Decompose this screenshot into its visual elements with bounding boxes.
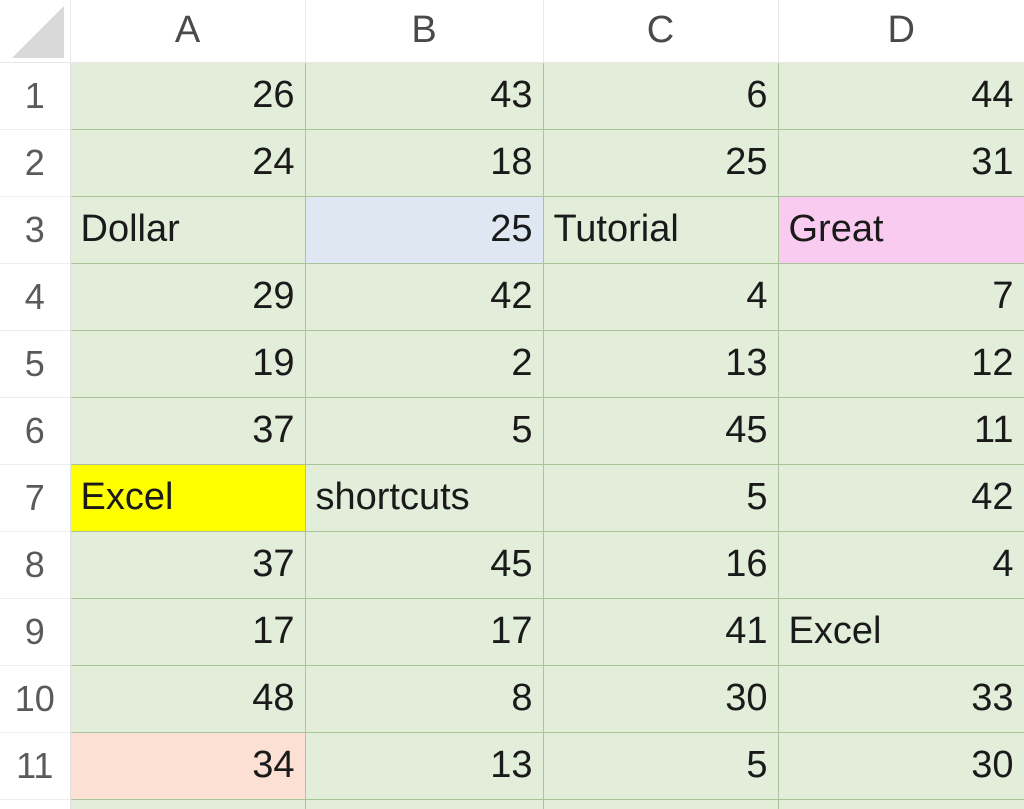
spreadsheet-row: 9 17 17 41 Excel [0,597,1024,666]
cell-B7[interactable]: shortcuts [304,463,544,532]
row-header-10[interactable]: 10 [0,665,71,733]
row-header-3[interactable]: 3 [0,196,71,264]
cell-B4[interactable]: 42 [304,262,544,331]
spreadsheet-row: 3 Dollar 25 Tutorial Great [0,195,1024,264]
cell-D2[interactable]: 31 [777,128,1024,197]
cell-B8[interactable]: 45 [304,530,544,599]
worksheet-table: A B C D 1 26 43 6 44 2 24 18 25 31 3 Dollar 25 Tutori… [0,0,1024,809]
row-header-4[interactable]: 4 [0,263,71,331]
cell-C3[interactable]: Tutorial [542,195,779,264]
cell-A2[interactable]: 24 [69,128,306,197]
cell-B10[interactable]: 8 [304,664,544,733]
cell-B2[interactable]: 18 [304,128,544,197]
cell-C5[interactable]: 13 [542,329,779,398]
cell-C1[interactable]: 6 [542,61,779,130]
spreadsheet-row: 2 24 18 25 31 [0,128,1024,197]
cell-C9[interactable]: 41 [542,597,779,666]
cell-D10[interactable]: 33 [777,664,1024,733]
cell-D-partial[interactable] [777,798,1024,809]
cell-B9[interactable]: 17 [304,597,544,666]
column-header-row: A B C D [0,0,1024,63]
column-header-d[interactable]: D [778,0,1024,63]
cell-A7[interactable]: Excel [69,463,306,532]
row-header-9[interactable]: 9 [0,598,71,666]
cell-D7[interactable]: 42 [777,463,1024,532]
row-header-8[interactable]: 8 [0,531,71,599]
cell-A8[interactable]: 37 [69,530,306,599]
column-header-c[interactable]: C [543,0,779,63]
row-header-1[interactable]: 1 [0,62,71,130]
row-header-partial[interactable] [0,799,71,809]
spreadsheet-row: 11 34 13 5 30 [0,731,1024,800]
cell-D1[interactable]: 44 [777,61,1024,130]
cell-D9[interactable]: Excel [777,597,1024,666]
cell-C-partial[interactable] [542,798,779,809]
column-header-b[interactable]: B [305,0,544,63]
spreadsheet-grid: A B C D 1 26 43 6 44 2 24 18 25 31 3 Dollar 25 Tutori… [0,0,1024,809]
cell-C10[interactable]: 30 [542,664,779,733]
cell-B-partial[interactable] [304,798,544,809]
spreadsheet-row: 10 48 8 30 33 [0,664,1024,733]
cell-D3[interactable]: Great [777,195,1024,264]
spreadsheet-row: 8 37 45 16 4 [0,530,1024,599]
cell-A-partial[interactable] [69,798,306,809]
cell-D5[interactable]: 12 [777,329,1024,398]
cell-A11[interactable]: 34 [69,731,306,800]
cell-C11[interactable]: 5 [542,731,779,800]
cell-A9[interactable]: 17 [69,597,306,666]
cell-A6[interactable]: 37 [69,396,306,465]
cell-A10[interactable]: 48 [69,664,306,733]
spreadsheet-row-partial [0,798,1024,809]
cell-B11[interactable]: 13 [304,731,544,800]
worksheet-body: 1 26 43 6 44 2 24 18 25 31 3 Dollar 25 Tutorial Great 4… [0,61,1024,809]
cell-D11[interactable]: 30 [777,731,1024,800]
cell-B3[interactable]: 25 [304,195,544,264]
cell-C7[interactable]: 5 [542,463,779,532]
cell-D8[interactable]: 4 [777,530,1024,599]
cell-A5[interactable]: 19 [69,329,306,398]
spreadsheet-row: 1 26 43 6 44 [0,61,1024,130]
row-header-5[interactable]: 5 [0,330,71,398]
cell-C6[interactable]: 45 [542,396,779,465]
cell-B1[interactable]: 43 [304,61,544,130]
spreadsheet-row: 5 19 2 13 12 [0,329,1024,398]
select-all-button[interactable] [0,0,71,63]
cell-B5[interactable]: 2 [304,329,544,398]
cell-C4[interactable]: 4 [542,262,779,331]
cell-C2[interactable]: 25 [542,128,779,197]
row-header-2[interactable]: 2 [0,129,71,197]
row-header-11[interactable]: 11 [0,732,71,800]
cell-A4[interactable]: 29 [69,262,306,331]
spreadsheet-row: 6 37 5 45 11 [0,396,1024,465]
cell-D4[interactable]: 7 [777,262,1024,331]
cell-C8[interactable]: 16 [542,530,779,599]
row-header-7[interactable]: 7 [0,464,71,532]
cell-D6[interactable]: 11 [777,396,1024,465]
spreadsheet-row: 4 29 42 4 7 [0,262,1024,331]
select-all-triangle-icon [11,5,64,58]
cell-A1[interactable]: 26 [69,61,306,130]
cell-A3[interactable]: Dollar [69,195,306,264]
spreadsheet-row: 7 Excel shortcuts 5 42 [0,463,1024,532]
cell-B6[interactable]: 5 [304,396,544,465]
column-header-a[interactable]: A [70,0,306,63]
row-header-6[interactable]: 6 [0,397,71,465]
